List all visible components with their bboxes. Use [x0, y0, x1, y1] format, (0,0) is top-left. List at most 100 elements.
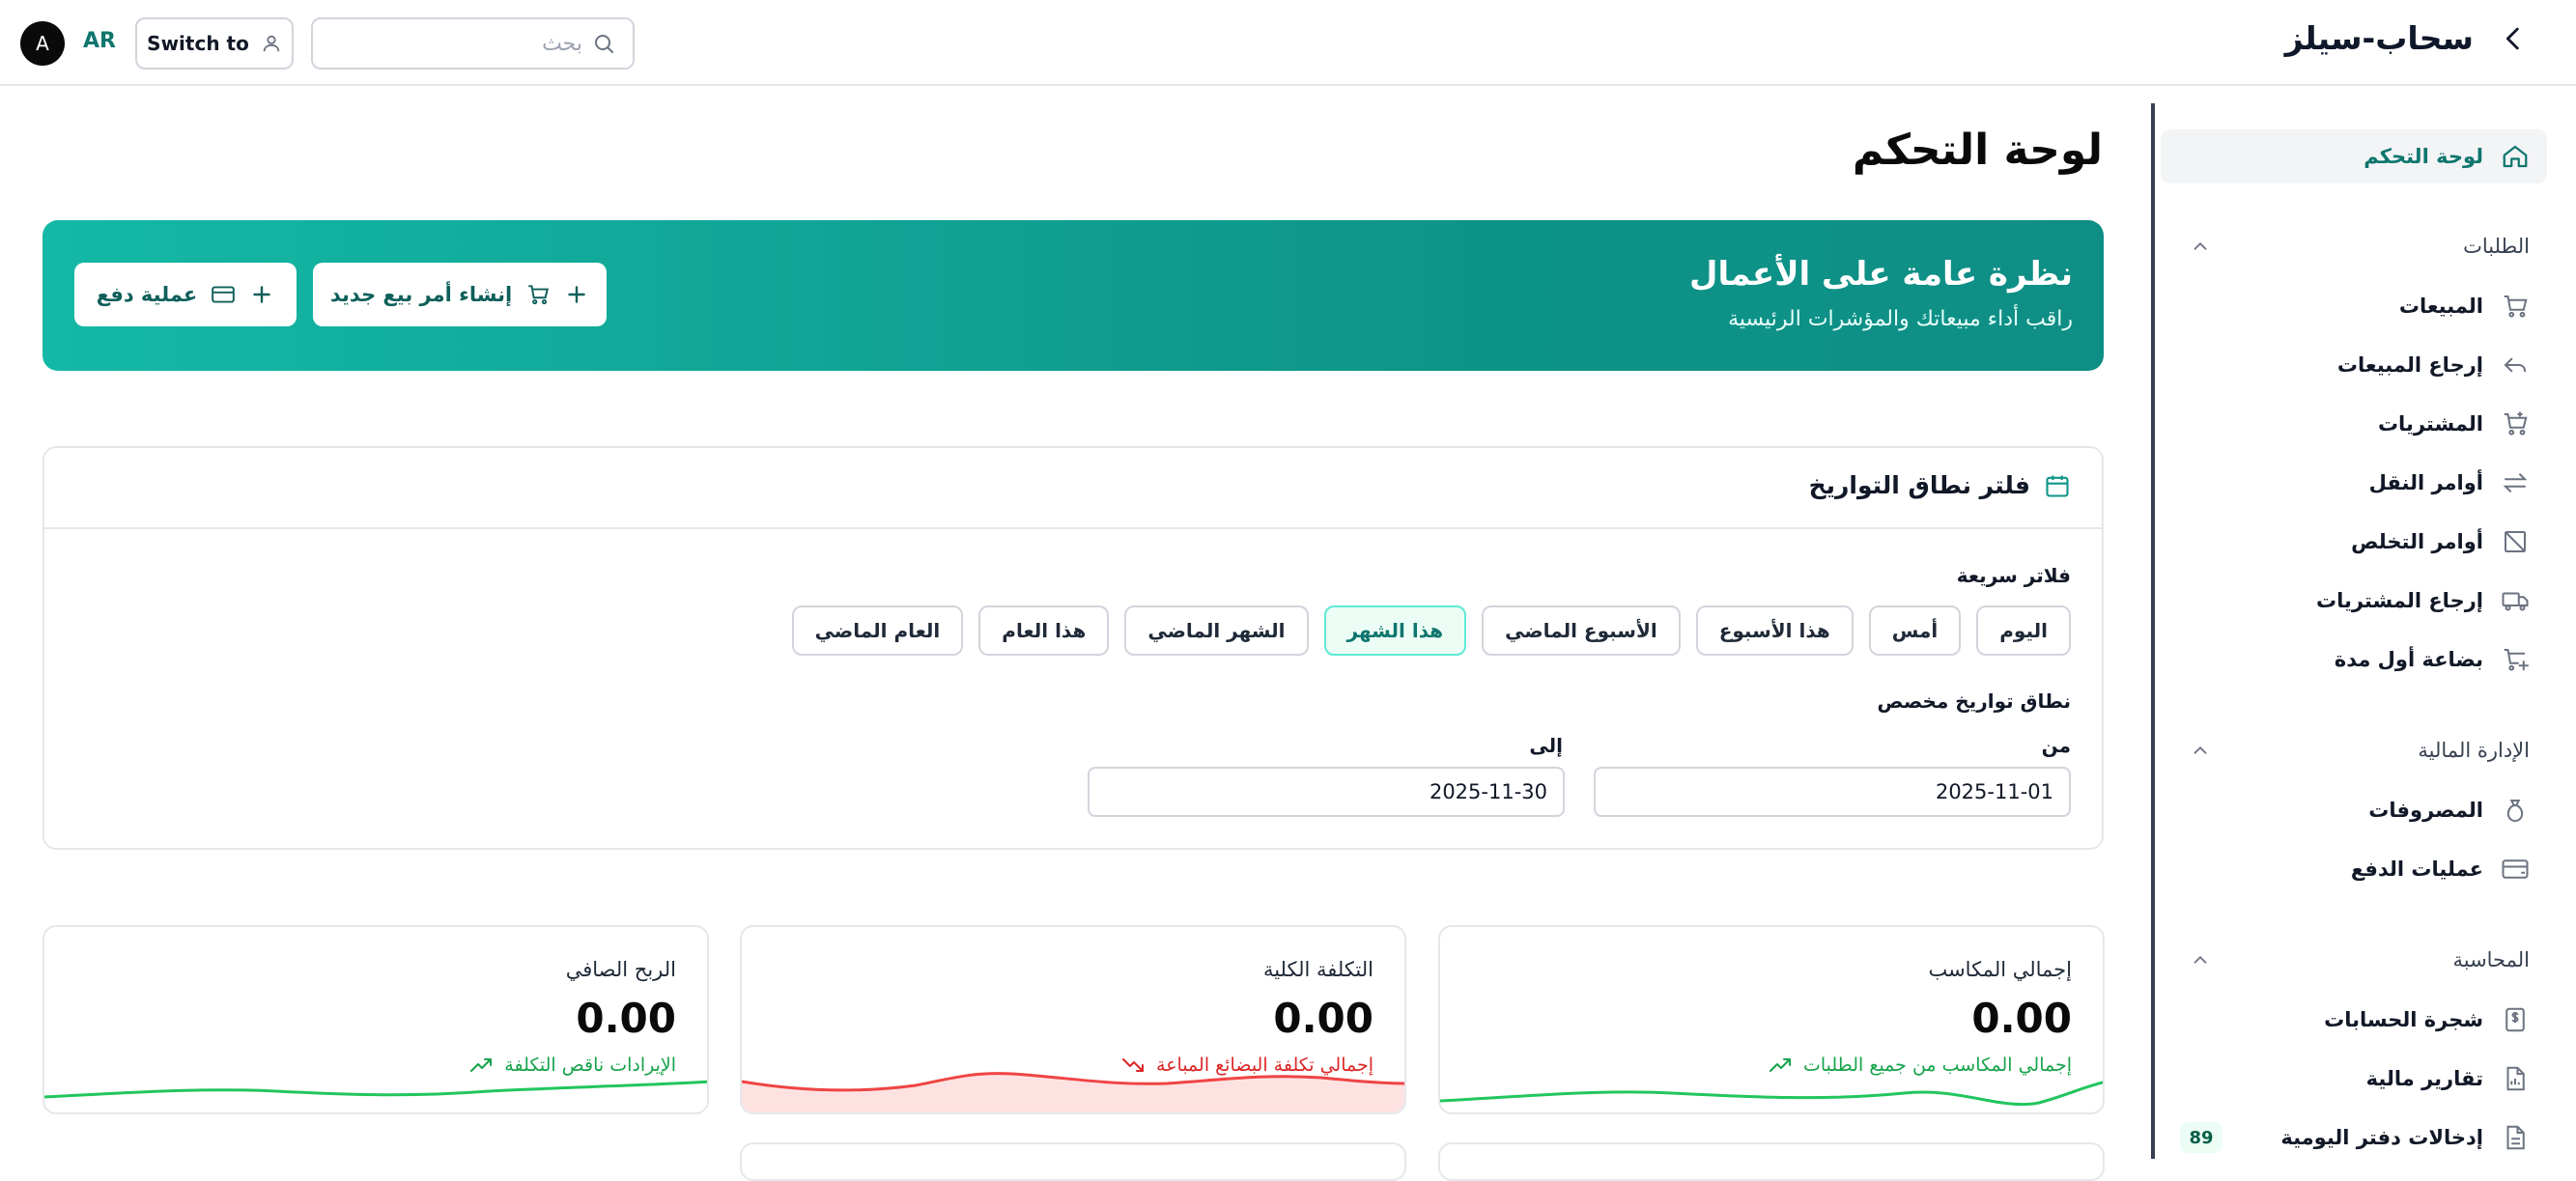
sidebar-item-label: المصروفات: [2368, 799, 2483, 822]
user-icon: [261, 33, 282, 54]
sidebar-item-label: إرجاع المشتريات: [2315, 589, 2483, 612]
language-toggle[interactable]: AR: [83, 29, 116, 53]
chip-last-year[interactable]: العام الماضي: [791, 605, 964, 656]
section-orders[interactable]: الطلبات: [2161, 225, 2547, 267]
profit-sparkline: [44, 1080, 707, 1099]
section-accounting[interactable]: المحاسبة: [2161, 939, 2547, 981]
sidebar-item-label: لوحة التحكم: [2364, 145, 2483, 168]
brand-title: سحاب-سيلز: [2284, 19, 2474, 57]
sidebar-item-label: بضاعة أول مدة: [2334, 648, 2483, 671]
dollar-file-icon: [2501, 1005, 2530, 1034]
sidebar-item-purchases[interactable]: المشتريات: [2161, 397, 2547, 451]
sidebar-item-label: إرجاع المبيعات: [2336, 353, 2483, 377]
switch-label: Switch to: [147, 32, 249, 55]
chip-this-week[interactable]: هذا الأسبوع: [1695, 605, 1854, 656]
sidebar-item-transfer-orders[interactable]: أوامر النقل: [2161, 456, 2547, 510]
sidebar-item-chart-of-accounts[interactable]: شجرة الحسابات: [2161, 993, 2547, 1047]
stat-value: 0.00: [1273, 995, 1373, 1042]
chevron-up-icon: [2190, 949, 2211, 970]
disposal-icon: [2501, 527, 2530, 556]
sidebar-item-disposal-orders[interactable]: أوامر التخلص: [2161, 515, 2547, 569]
section-label: الطلبات: [2463, 235, 2530, 258]
sidebar-item-sales[interactable]: المبيعات: [2161, 279, 2547, 333]
stat-card-row2: [740, 1142, 1406, 1181]
section-label: الإدارة المالية: [2418, 739, 2530, 762]
filter-header: فلتر نطاق التواريخ: [44, 448, 2102, 529]
chip-last-month[interactable]: الشهر الماضي: [1124, 605, 1309, 656]
date-filter-card: فلتر نطاق التواريخ فلاتر سريعة اليوم أمس…: [42, 446, 2104, 850]
section-finance[interactable]: الإدارة المالية: [2161, 729, 2547, 772]
stat-card-net-profit: الربح الصافي 0.00 الإيرادات ناقص التكلفة: [42, 925, 709, 1114]
quick-filter-chips: اليوم أمس هذا الأسبوع الأسبوع الماضي هذا…: [791, 605, 2071, 656]
earnings-sparkline: [1440, 1081, 2103, 1107]
cart-icon: [2501, 292, 2530, 321]
stat-card-total-earnings: إجمالي المكاسب 0.00 إجمالي المكاسب من جم…: [1438, 925, 2105, 1114]
report-icon: [2501, 1064, 2530, 1093]
payment-button[interactable]: عملية دفع: [74, 263, 297, 326]
custom-range-label: نطاق تواريخ مخصص: [1877, 689, 2071, 713]
sidebar-scrollbar[interactable]: [2151, 103, 2155, 1159]
chip-this-year[interactable]: هذا العام: [978, 605, 1110, 656]
undo-icon: [2501, 351, 2530, 380]
truck-icon: [2501, 586, 2530, 615]
document-icon: [2501, 1123, 2530, 1152]
quick-filters-label: فلاتر سريعة: [1956, 564, 2071, 587]
sidebar: لوحة التحكم الطلبات المبيعات إرجاع المبي…: [2151, 86, 2576, 1159]
stat-card-total-cost: التكلفة الكلية 0.00 إجمالي تكلفة البضائع…: [740, 925, 1406, 1114]
avatar[interactable]: A: [20, 21, 65, 66]
sidebar-item-sales-returns[interactable]: إرجاع المبيعات: [2161, 338, 2547, 392]
stat-label: التكلفة الكلية: [1262, 958, 1373, 981]
chip-this-month[interactable]: هذا الشهر: [1323, 605, 1467, 656]
plus-icon: [249, 282, 274, 307]
new-sale-order-button[interactable]: إنشاء أمر بيع جديد: [313, 263, 607, 326]
chip-yesterday[interactable]: أمس: [1868, 605, 1962, 656]
sidebar-item-journal-entries[interactable]: إدخالات دفتر اليومية 89: [2161, 1111, 2547, 1165]
sidebar-item-label: المشتريات: [2377, 412, 2483, 436]
home-icon: [2501, 142, 2530, 171]
sidebar-item-label: المبيعات: [2398, 295, 2483, 318]
search-input[interactable]: [351, 31, 582, 56]
banner-title: نظرة عامة على الأعمال: [1688, 255, 2073, 294]
sidebar-item-expenses[interactable]: المصروفات: [2161, 783, 2547, 837]
cart-plus-icon: [2501, 409, 2530, 438]
stat-card-row2: [1438, 1142, 2105, 1181]
card-icon: [211, 282, 236, 307]
section-label: المحاسبة: [2452, 948, 2530, 971]
transfer-icon: [2501, 468, 2530, 497]
cost-sparkline: [742, 1072, 1404, 1112]
new-sale-order-label: إنشاء أمر بيع جديد: [329, 283, 513, 306]
cart-icon: [525, 282, 551, 307]
money-bag-icon: [2501, 796, 2530, 825]
page-title: لوحة التحكم: [1852, 126, 2103, 175]
from-date-input[interactable]: 2025-11-01: [1594, 767, 2071, 817]
sidebar-item-payments[interactable]: عمليات الدفع: [2161, 842, 2547, 896]
sidebar-item-label: أوامر النقل: [2368, 471, 2483, 494]
cart-add-icon: [2501, 645, 2530, 674]
brand: سحاب-سيلز: [2285, 19, 2530, 57]
chip-last-week[interactable]: الأسبوع الماضي: [1482, 605, 1681, 656]
from-label: من: [2041, 734, 2071, 757]
stat-value: 0.00: [576, 995, 676, 1042]
sidebar-item-purchase-returns[interactable]: إرجاع المشتريات: [2161, 574, 2547, 628]
banner-subtitle: راقب أداء مبيعاتك والمؤشرات الرئيسية: [1728, 307, 2073, 331]
filter-title: فلتر نطاق التواريخ: [1809, 471, 2071, 499]
filter-title-text: فلتر نطاق التواريخ: [1808, 471, 2030, 499]
overview-banner: نظرة عامة على الأعمال راقب أداء مبيعاتك …: [42, 220, 2104, 371]
switch-user-button[interactable]: Switch to: [135, 17, 294, 70]
sidebar-item-label: إدخالات دفتر اليومية: [2280, 1126, 2483, 1149]
search-box[interactable]: [311, 17, 635, 70]
card-icon: [2501, 855, 2530, 884]
sidebar-item-opening-stock[interactable]: بضاعة أول مدة: [2161, 633, 2547, 687]
stat-label: الربح الصافي: [565, 958, 676, 981]
top-header: سحاب-سيلز Switch to AR A: [0, 0, 2576, 86]
sidebar-item-label: تقارير مالية: [2365, 1067, 2483, 1090]
stat-value: 0.00: [1971, 995, 2072, 1042]
collapse-chevron-icon[interactable]: [2497, 22, 2530, 55]
chip-today[interactable]: اليوم: [1976, 605, 2071, 656]
chevron-up-icon: [2190, 740, 2211, 761]
sidebar-item-dashboard[interactable]: لوحة التحكم: [2161, 129, 2547, 183]
sidebar-item-financial-reports[interactable]: تقارير مالية: [2161, 1052, 2547, 1106]
journal-count-badge: 89: [2180, 1122, 2222, 1153]
plus-icon: [564, 282, 589, 307]
to-date-input[interactable]: 2025-11-30: [1088, 767, 1565, 817]
